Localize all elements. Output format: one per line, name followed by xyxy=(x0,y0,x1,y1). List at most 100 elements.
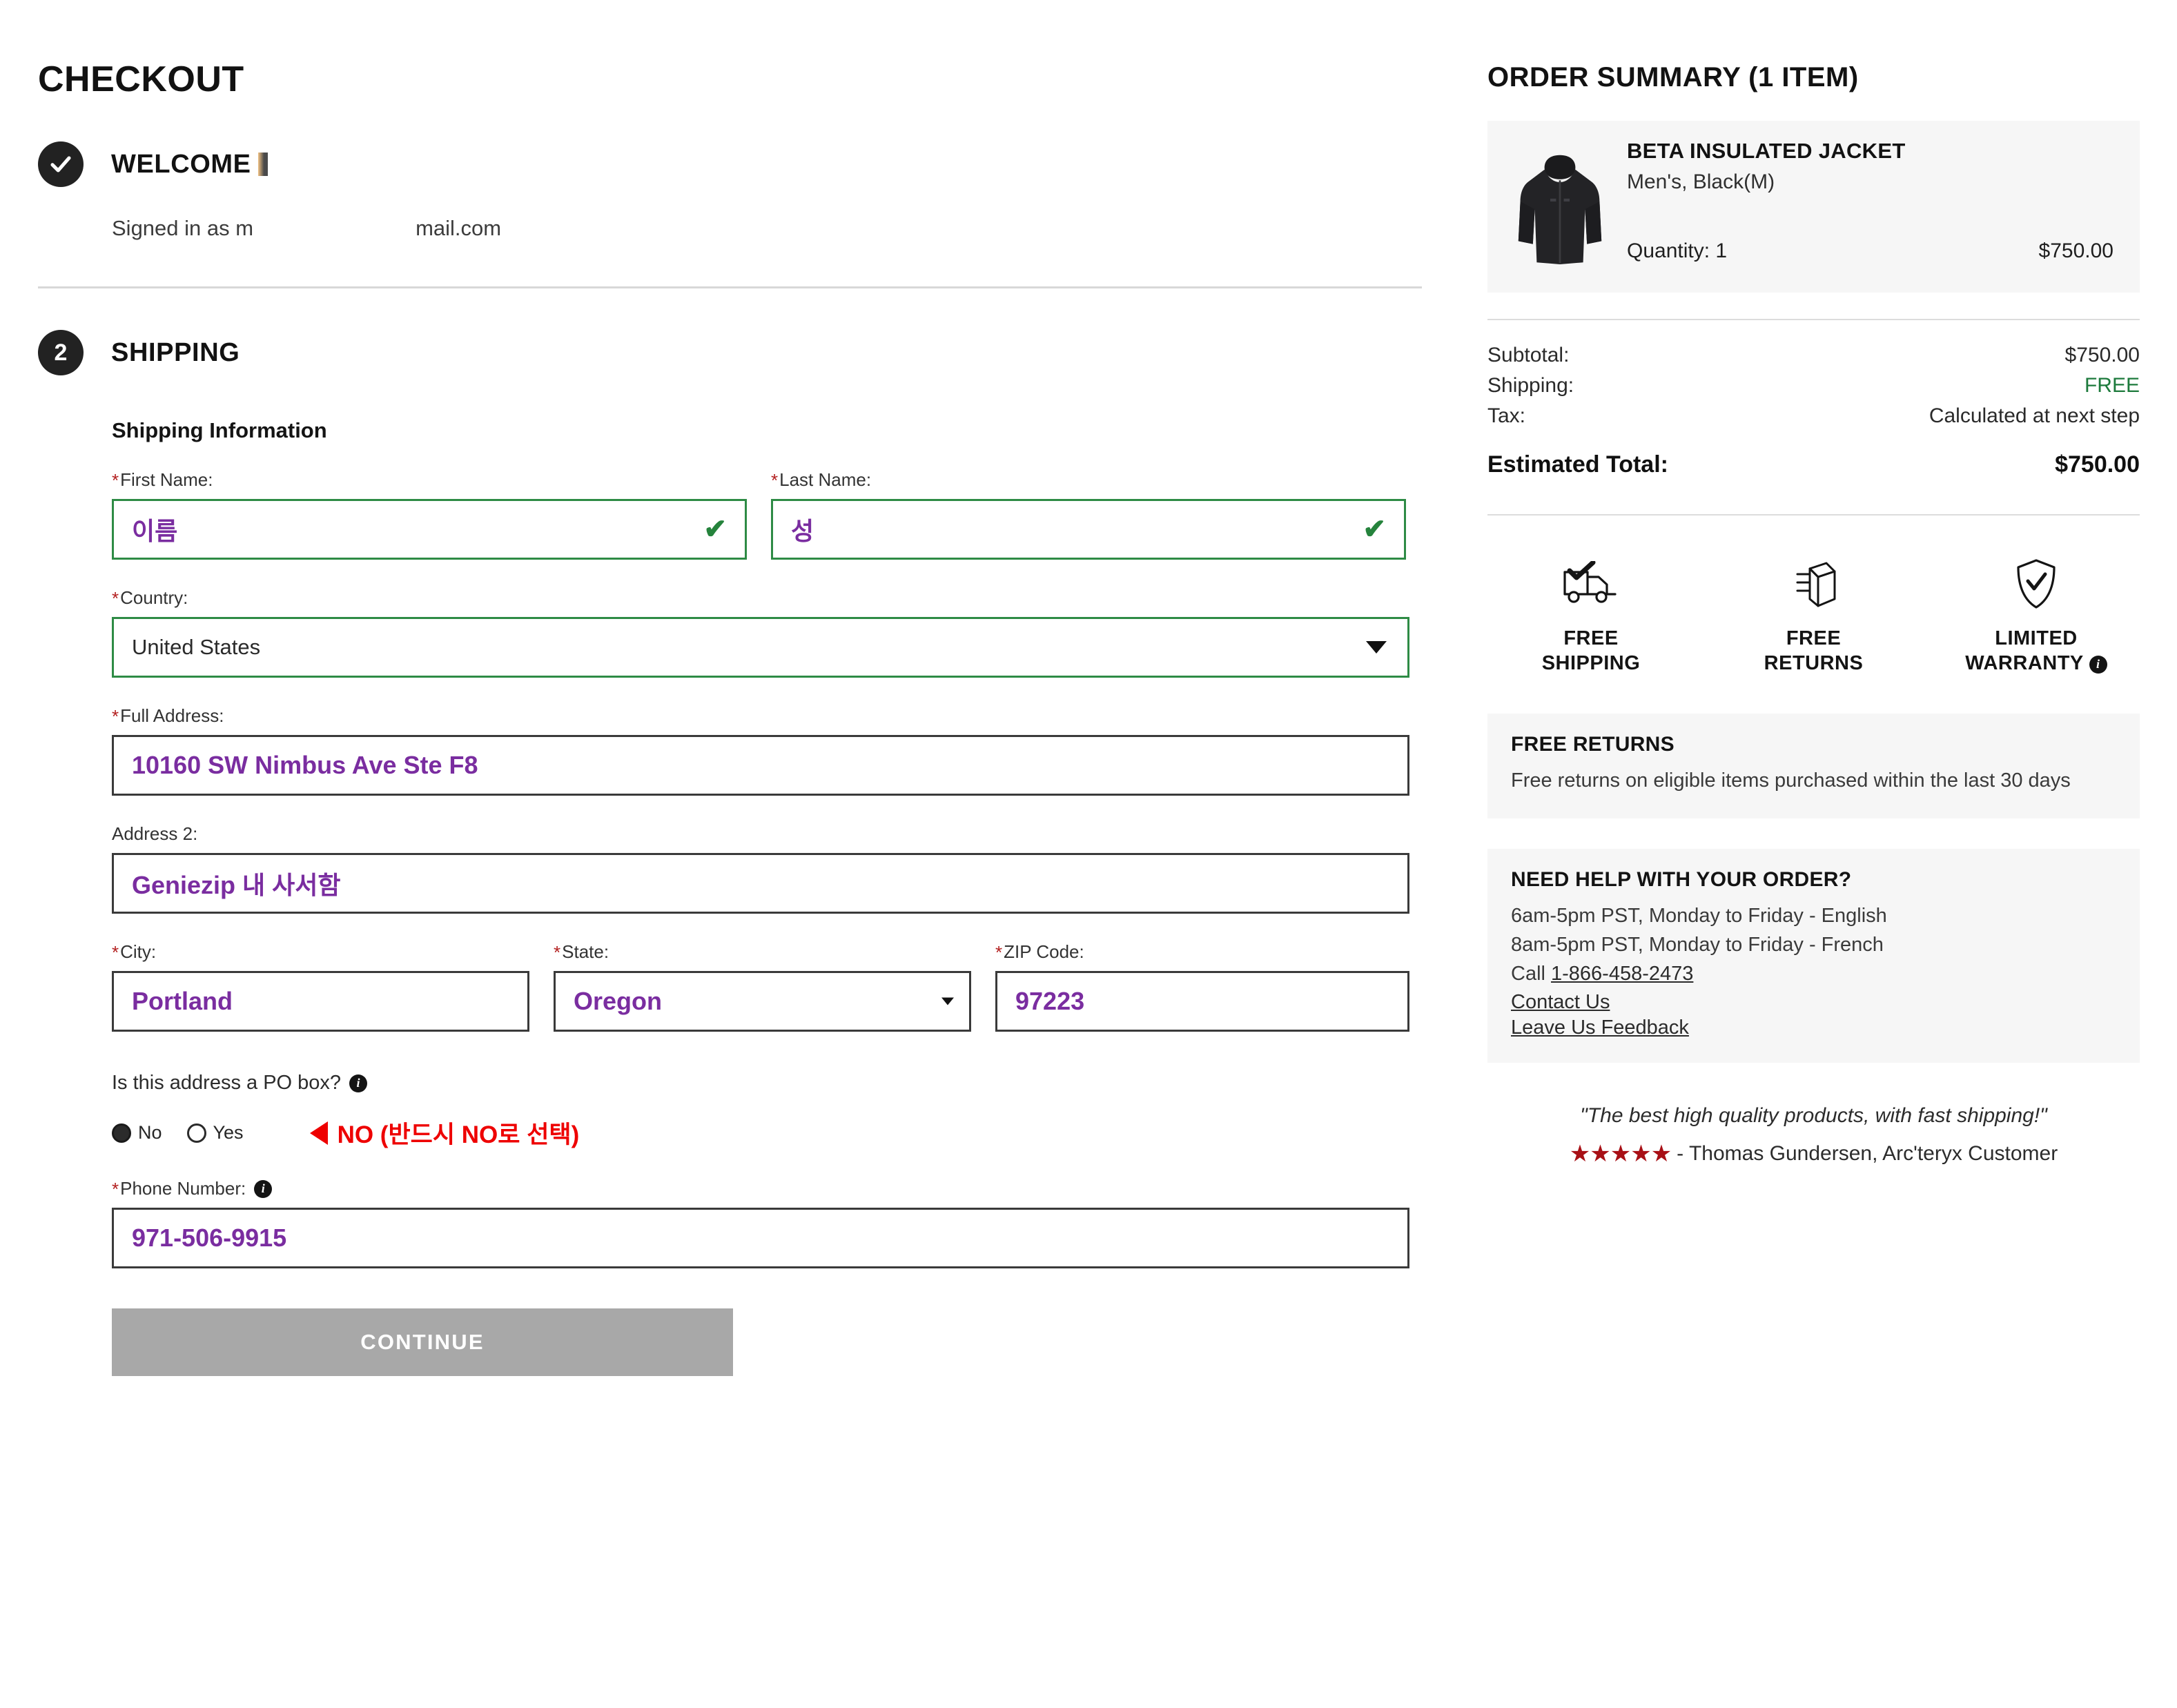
estimated-total-row: Estimated Total: $750.00 xyxy=(1487,451,2140,478)
po-box-radio-yes[interactable] xyxy=(186,1123,206,1143)
po-box-radio-no[interactable] xyxy=(112,1123,131,1143)
shield-check-icon xyxy=(1940,554,2133,613)
subtotal-label: Subtotal: xyxy=(1487,344,1570,366)
badge-line2: SHIPPING xyxy=(1541,652,1641,675)
phone-value: 971-506-9915 xyxy=(132,1224,287,1252)
city-group: * City: Portland xyxy=(112,941,529,1032)
order-totals: Subtotal: $750.00 Shipping: FREE Tax: Ca… xyxy=(1487,344,2140,478)
last-name-input[interactable]: 성 ✔ xyxy=(771,499,1406,560)
country-value: United States xyxy=(132,635,261,659)
subtotal-row: Subtotal: $750.00 xyxy=(1487,344,2140,367)
customer-testimonial: "The best high quality products, with fa… xyxy=(1487,1101,2140,1168)
city-value: Portland xyxy=(132,987,233,1015)
shipping-value: FREE xyxy=(2084,374,2140,397)
order-item-card: BETA INSULATED JACKET Men's, Black(M) Qu… xyxy=(1487,121,2140,293)
badge-line1: FREE xyxy=(1563,627,1619,649)
phone-link[interactable]: 1-866-458-2473 xyxy=(1551,963,1693,985)
state-select[interactable]: Oregon xyxy=(554,971,971,1032)
signed-in-prefix: Signed in as m xyxy=(112,216,254,240)
subtotal-value: $750.00 xyxy=(2064,344,2140,366)
last-name-label: * Last Name: xyxy=(771,469,1406,491)
shipping-information-heading: Shipping Information xyxy=(112,418,327,442)
first-name-label: * First Name: xyxy=(112,469,747,491)
badges-divider xyxy=(1487,514,2140,516)
po-box-question: Is this address a PO box? i xyxy=(112,1072,1409,1095)
badge-limited-warranty-label: LIMITED WARRANTY i xyxy=(1940,626,2133,676)
address2-group: Address 2: Geniezip 내 사서함 xyxy=(112,823,1409,914)
state-group: * State: Oregon xyxy=(554,941,971,1032)
required-star: * xyxy=(771,469,779,491)
delivery-truck-icon xyxy=(1494,554,1688,613)
column-gap xyxy=(747,469,771,560)
product-name[interactable]: BETA INSULATED JACKET xyxy=(1627,139,2119,164)
section-divider xyxy=(38,286,1422,288)
first-name-value: 이름 xyxy=(132,517,178,545)
column-gap xyxy=(971,941,995,1032)
address2-value: Geniezip 내 사서함 xyxy=(132,871,341,899)
estimated-total-label: Estimated Total: xyxy=(1487,451,1668,478)
free-returns-title: FREE RETURNS xyxy=(1511,732,1675,756)
info-icon[interactable]: i xyxy=(2089,655,2107,674)
badge-line1: FREE xyxy=(1786,627,1842,649)
signed-in-suffix: mail.com xyxy=(416,216,502,240)
help-hours-english: 6am-5pm PST, Monday to Friday - English xyxy=(1511,904,1887,927)
leave-feedback-link[interactable]: Leave Us Feedback xyxy=(1511,1017,2116,1039)
badge-line1: LIMITED xyxy=(1995,627,2078,649)
phone-label: * Phone Number: i xyxy=(112,1178,1409,1199)
welcome-label: WELCOME xyxy=(111,149,251,179)
phone-input[interactable]: 971-506-9915 xyxy=(112,1208,1409,1268)
jacket-icon xyxy=(1508,139,1612,269)
contact-us-link[interactable]: Contact Us xyxy=(1511,991,2116,1014)
last-name-label-text: Last Name: xyxy=(779,469,872,490)
help-title: NEED HELP WITH YOUR ORDER? xyxy=(1511,867,1852,891)
info-icon[interactable]: i xyxy=(349,1074,368,1092)
po-box-question-text: Is this address a PO box? xyxy=(112,1072,342,1094)
address2-label-text: Address 2: xyxy=(112,823,198,844)
badge-line2: WARRANTY xyxy=(1965,652,2084,675)
zip-group: * ZIP Code: 97223 xyxy=(995,941,1409,1032)
badge-free-returns-label: FREE RETURNS xyxy=(1717,626,1911,676)
call-prefix: Call xyxy=(1511,962,1552,985)
testimonial-quote: "The best high quality products, with fa… xyxy=(1580,1103,2047,1127)
order-item-info: BETA INSULATED JACKET Men's, Black(M) Qu… xyxy=(1612,139,2119,269)
required-star: * xyxy=(112,469,119,491)
tax-row: Tax: Calculated at next step xyxy=(1487,404,2140,428)
help-call-line: Call 1-866-458-2473 xyxy=(1511,959,2116,988)
step-welcome-header: WELCOME xyxy=(38,141,1425,187)
required-star: * xyxy=(995,941,1003,963)
country-label: * Country: xyxy=(112,587,1409,609)
phone-group: * Phone Number: i 971-506-9915 xyxy=(112,1178,1409,1268)
order-summary-panel: ORDER SUMMARY (1 ITEM) BETA INSULATED JA… xyxy=(1487,0,2140,1168)
zip-label-text: ZIP Code: xyxy=(1004,941,1084,962)
full-address-input[interactable]: 10160 SW Nimbus Ave Ste F8 xyxy=(112,735,1409,796)
po-box-radio-no-label: No xyxy=(138,1122,162,1143)
address2-input[interactable]: Geniezip 내 사서함 xyxy=(112,853,1409,914)
info-icon[interactable]: i xyxy=(254,1179,273,1198)
zip-value: 97223 xyxy=(1015,987,1085,1015)
shipping-row: Shipping: FREE xyxy=(1487,374,2140,397)
badge-line2: RETURNS xyxy=(1764,652,1864,675)
state-value: Oregon xyxy=(574,987,663,1015)
first-name-input[interactable]: 이름 ✔ xyxy=(112,499,747,560)
step-shipping-header: 2 SHIPPING xyxy=(38,330,1425,375)
full-address-label: * Full Address: xyxy=(112,705,1409,727)
city-input[interactable]: Portland xyxy=(112,971,529,1032)
tax-value: Calculated at next step xyxy=(1929,404,2140,427)
first-name-group: * First Name: 이름 ✔ xyxy=(112,469,747,560)
last-name-group: * Last Name: 성 ✔ xyxy=(771,469,1406,560)
name-row: * First Name: 이름 ✔ * Last Name: 성 ✔ xyxy=(112,469,1409,560)
free-returns-box: FREE RETURNS Free returns on eligible it… xyxy=(1487,713,2140,818)
step-shipping-title: SHIPPING xyxy=(111,337,240,367)
product-price: $750.00 xyxy=(2038,239,2113,262)
badge-free-shipping-label: FREE SHIPPING xyxy=(1494,626,1688,676)
country-select[interactable]: United States xyxy=(112,617,1409,678)
help-box: NEED HELP WITH YOUR ORDER? 6am-5pm PST, … xyxy=(1487,848,2140,1063)
full-address-label-text: Full Address: xyxy=(120,705,224,726)
address2-label: Address 2: xyxy=(112,823,1409,845)
badge-free-shipping: FREE SHIPPING xyxy=(1494,554,1688,676)
po-box-annotation-text: NO (반드시 NO로 선택) xyxy=(337,1121,580,1148)
required-star: * xyxy=(112,1178,119,1199)
zip-input[interactable]: 97223 xyxy=(995,971,1409,1032)
continue-button[interactable]: CONTINUE xyxy=(112,1308,733,1376)
chevron-down-icon xyxy=(941,997,954,1005)
